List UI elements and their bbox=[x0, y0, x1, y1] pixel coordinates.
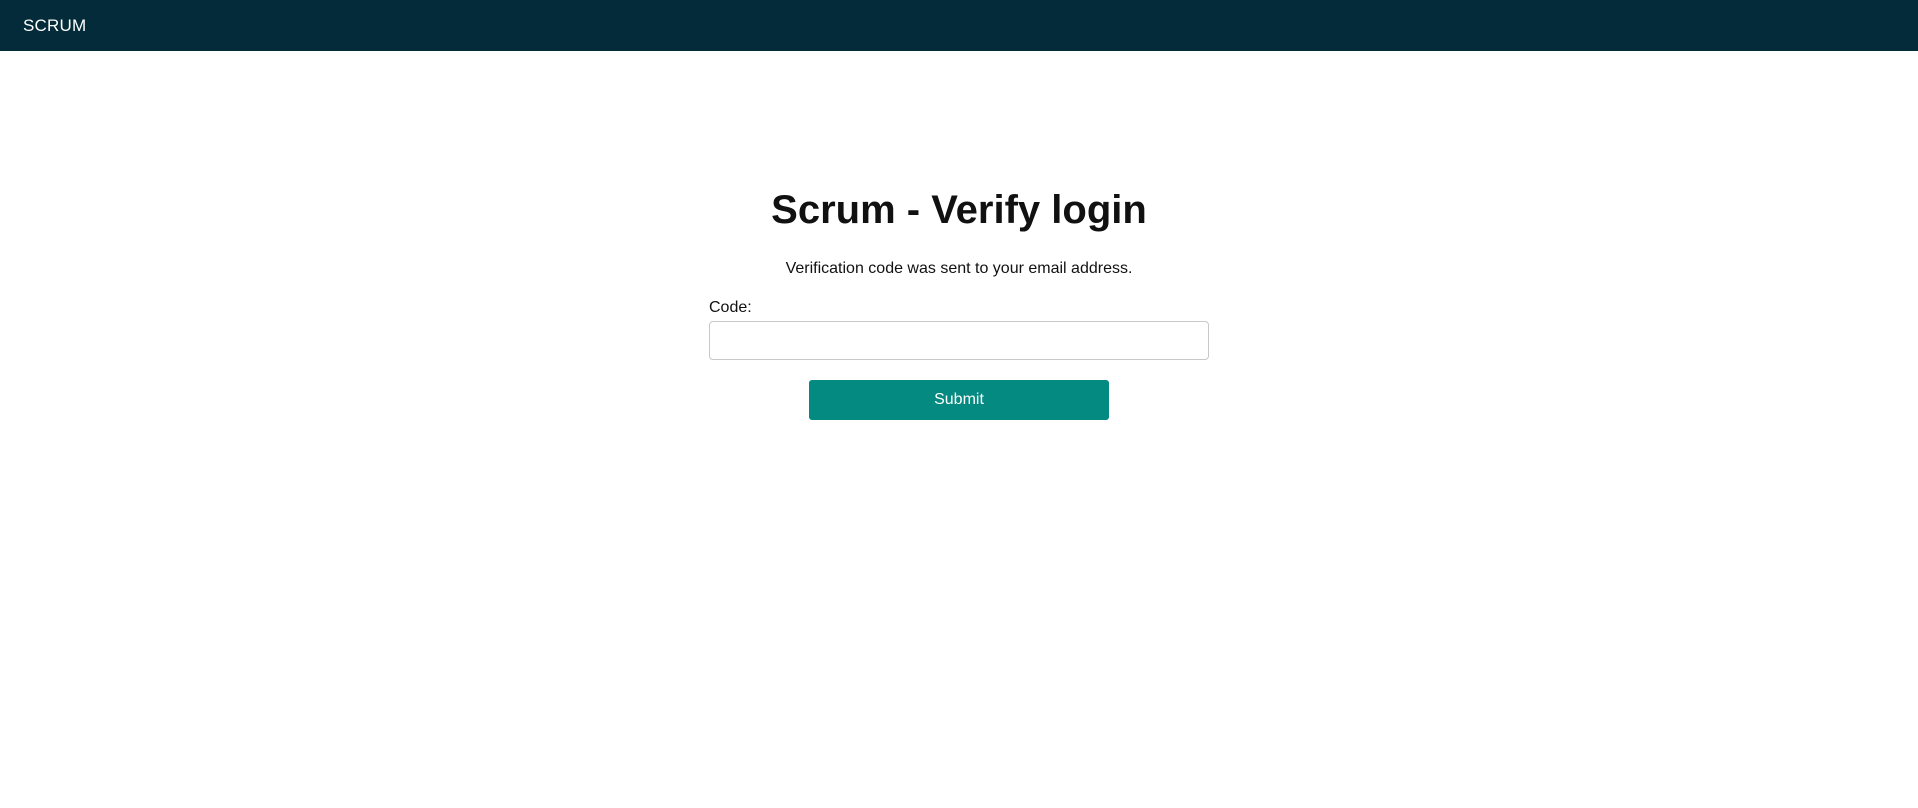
submit-button[interactable]: Submit bbox=[809, 380, 1109, 420]
main-content: Scrum - Verify login Verification code w… bbox=[0, 51, 1918, 808]
verification-message: Verification code was sent to your email… bbox=[785, 260, 1133, 277]
page-title: Scrum - Verify login bbox=[771, 188, 1147, 232]
verify-login-form: Code: bbox=[709, 298, 1209, 360]
brand-logo-text[interactable]: SCRUM bbox=[23, 16, 86, 36]
code-input[interactable] bbox=[709, 321, 1209, 360]
top-navbar: SCRUM bbox=[0, 0, 1918, 51]
code-label: Code: bbox=[709, 299, 752, 316]
